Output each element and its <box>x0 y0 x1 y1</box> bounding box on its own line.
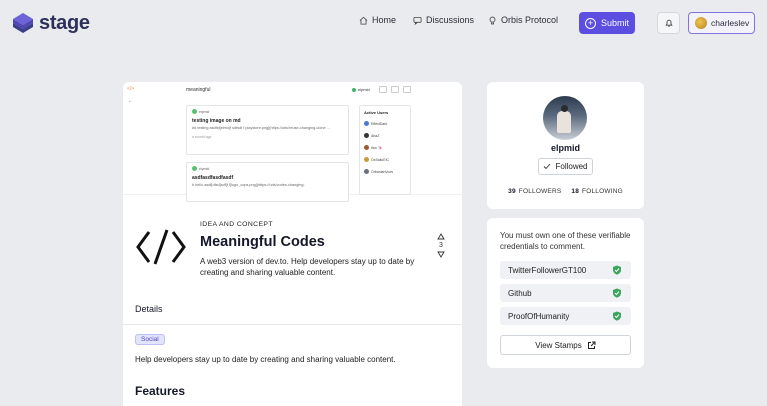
user-avatar <box>695 17 707 29</box>
preview-active-user: tian 🦄 <box>371 145 382 150</box>
following-label: FOLLOWING <box>582 188 623 195</box>
preview-action-icon <box>379 86 387 93</box>
post-card: </> meaningful elpmid ← elpmid testing i… <box>123 82 462 406</box>
external-link-icon <box>587 341 596 349</box>
logo[interactable]: stage <box>11 11 90 35</box>
credentials-card: You must own one of these verifiable cre… <box>487 218 644 368</box>
home-icon <box>359 16 368 25</box>
bell-icon <box>664 19 673 27</box>
preview-post-date: a month ago <box>192 134 212 139</box>
followers-count: 39 <box>508 188 516 195</box>
preview-title: meaningful <box>186 87 211 93</box>
user-menu-button[interactable]: charleslev <box>688 12 755 34</box>
user-name: charleslev <box>711 18 750 28</box>
nav-discussions-label: Discussions <box>426 15 475 25</box>
credential-label: Github <box>508 288 532 298</box>
followers-label: FOLLOWERS <box>518 188 562 195</box>
preview-post: elpmid asdfasdfasdfasdf # hello asdf[dfs… <box>186 162 349 202</box>
followed-button[interactable]: Followed <box>538 158 593 175</box>
preview-topbar: </> meaningful elpmid <box>123 82 462 96</box>
credential-label: ProofOfHumanity <box>508 311 570 321</box>
view-stamps-label: View Stamps <box>535 340 582 350</box>
post-preview-image[interactable]: </> meaningful elpmid ← elpmid testing i… <box>123 82 462 202</box>
followers-stat[interactable]: 39 FOLLOWERS <box>508 188 561 195</box>
post-category: IDEA AND CONCEPT <box>200 221 273 228</box>
credentials-message: You must own one of these verifiable cre… <box>500 231 631 251</box>
stage-logo-icon <box>13 13 33 33</box>
preview-post-body: # hello asdf[dfsd]sdf]f f[logo_cops.png]… <box>192 183 305 187</box>
credential-item: Github <box>500 284 631 302</box>
preview-active-users-title: Active Users <box>364 110 389 115</box>
preview-active-user: OxSaliuEIC <box>371 157 390 162</box>
credential-item: TwitterFollowerGT100 <box>500 261 631 279</box>
preview-action-icon <box>391 86 399 93</box>
tag-badge[interactable]: Social <box>135 334 165 345</box>
preview-active-user: AhaZ <box>371 133 380 138</box>
preview-active-users: Active Users EffectDark AhaZ tian 🦄 OxSa… <box>359 105 411 195</box>
preview-post-body: ## testing asdfsf[elmo]f sdfsdf f playst… <box>192 126 330 130</box>
preview-active-user: OrbanianVoxs <box>371 169 393 174</box>
logo-text: stage <box>39 11 90 34</box>
post-description: A web3 version of dev.to. Help developer… <box>200 257 415 277</box>
submit-label: Submit <box>600 18 629 28</box>
preview-user-label: elpmid <box>358 87 370 92</box>
preview-user: elpmid <box>352 87 370 92</box>
nav-orbis-protocol[interactable]: Orbis Protocol <box>488 15 558 25</box>
preview-post-author: elpmid <box>199 166 210 171</box>
preview-post-author: elpmid <box>199 109 210 114</box>
divider <box>123 324 462 325</box>
vote-control: 3 <box>435 233 447 258</box>
upvote-icon[interactable] <box>437 233 445 240</box>
preview-post-title: asdfasdfasdfasdf <box>192 175 234 181</box>
plus-circle-icon: + <box>584 17 596 29</box>
followed-label: Followed <box>555 162 588 171</box>
downvote-icon[interactable] <box>437 251 445 258</box>
nav-home[interactable]: Home <box>359 15 396 25</box>
credential-label: TwitterFollowerGT100 <box>508 265 587 275</box>
submit-button[interactable]: + Submit <box>579 12 635 34</box>
credential-item: ProofOfHumanity <box>500 307 631 325</box>
preview-post: elpmid testing image on md ## testing as… <box>186 105 349 155</box>
nav-discussions[interactable]: Discussions <box>413 15 474 25</box>
code-brackets-icon <box>136 229 186 265</box>
preview-back-icon: ← <box>128 98 133 104</box>
profile-avatar[interactable] <box>543 96 587 140</box>
preview-active-user: EffectDark <box>371 121 388 126</box>
lightbulb-icon <box>489 16 496 24</box>
following-count: 18 <box>571 188 580 195</box>
preview-post-title: testing image on md <box>192 118 241 124</box>
preview-action-icon <box>403 86 411 93</box>
vote-count: 3 <box>439 242 443 249</box>
nav-home-label: Home <box>372 15 397 25</box>
view-stamps-button[interactable]: View Stamps <box>500 335 631 355</box>
details-heading: Details <box>135 304 163 314</box>
profile-name[interactable]: elpmid <box>487 143 644 153</box>
post-body-text: Help developers stay up to date by creat… <box>135 355 396 364</box>
following-stat[interactable]: 18 FOLLOWING <box>571 188 622 195</box>
notifications-button[interactable] <box>657 12 680 34</box>
top-header: stage Home Discussions Orbis Protocol + … <box>0 0 767 46</box>
preview-logo-icon: </> <box>127 86 135 92</box>
check-icon <box>544 163 551 170</box>
features-heading: Features <box>135 384 186 398</box>
follow-stats: 39 FOLLOWERS 18 FOLLOWING <box>487 188 644 195</box>
chat-icon <box>413 16 422 25</box>
post-title: Meaningful Codes <box>200 234 325 250</box>
nav-orbis-label: Orbis Protocol <box>501 15 559 25</box>
verified-shield-icon <box>613 288 621 298</box>
author-profile-card: elpmid Followed 39 FOLLOWERS 18 FOLLOWING <box>487 82 644 209</box>
verified-shield-icon <box>613 311 621 321</box>
verified-shield-icon <box>613 265 621 275</box>
